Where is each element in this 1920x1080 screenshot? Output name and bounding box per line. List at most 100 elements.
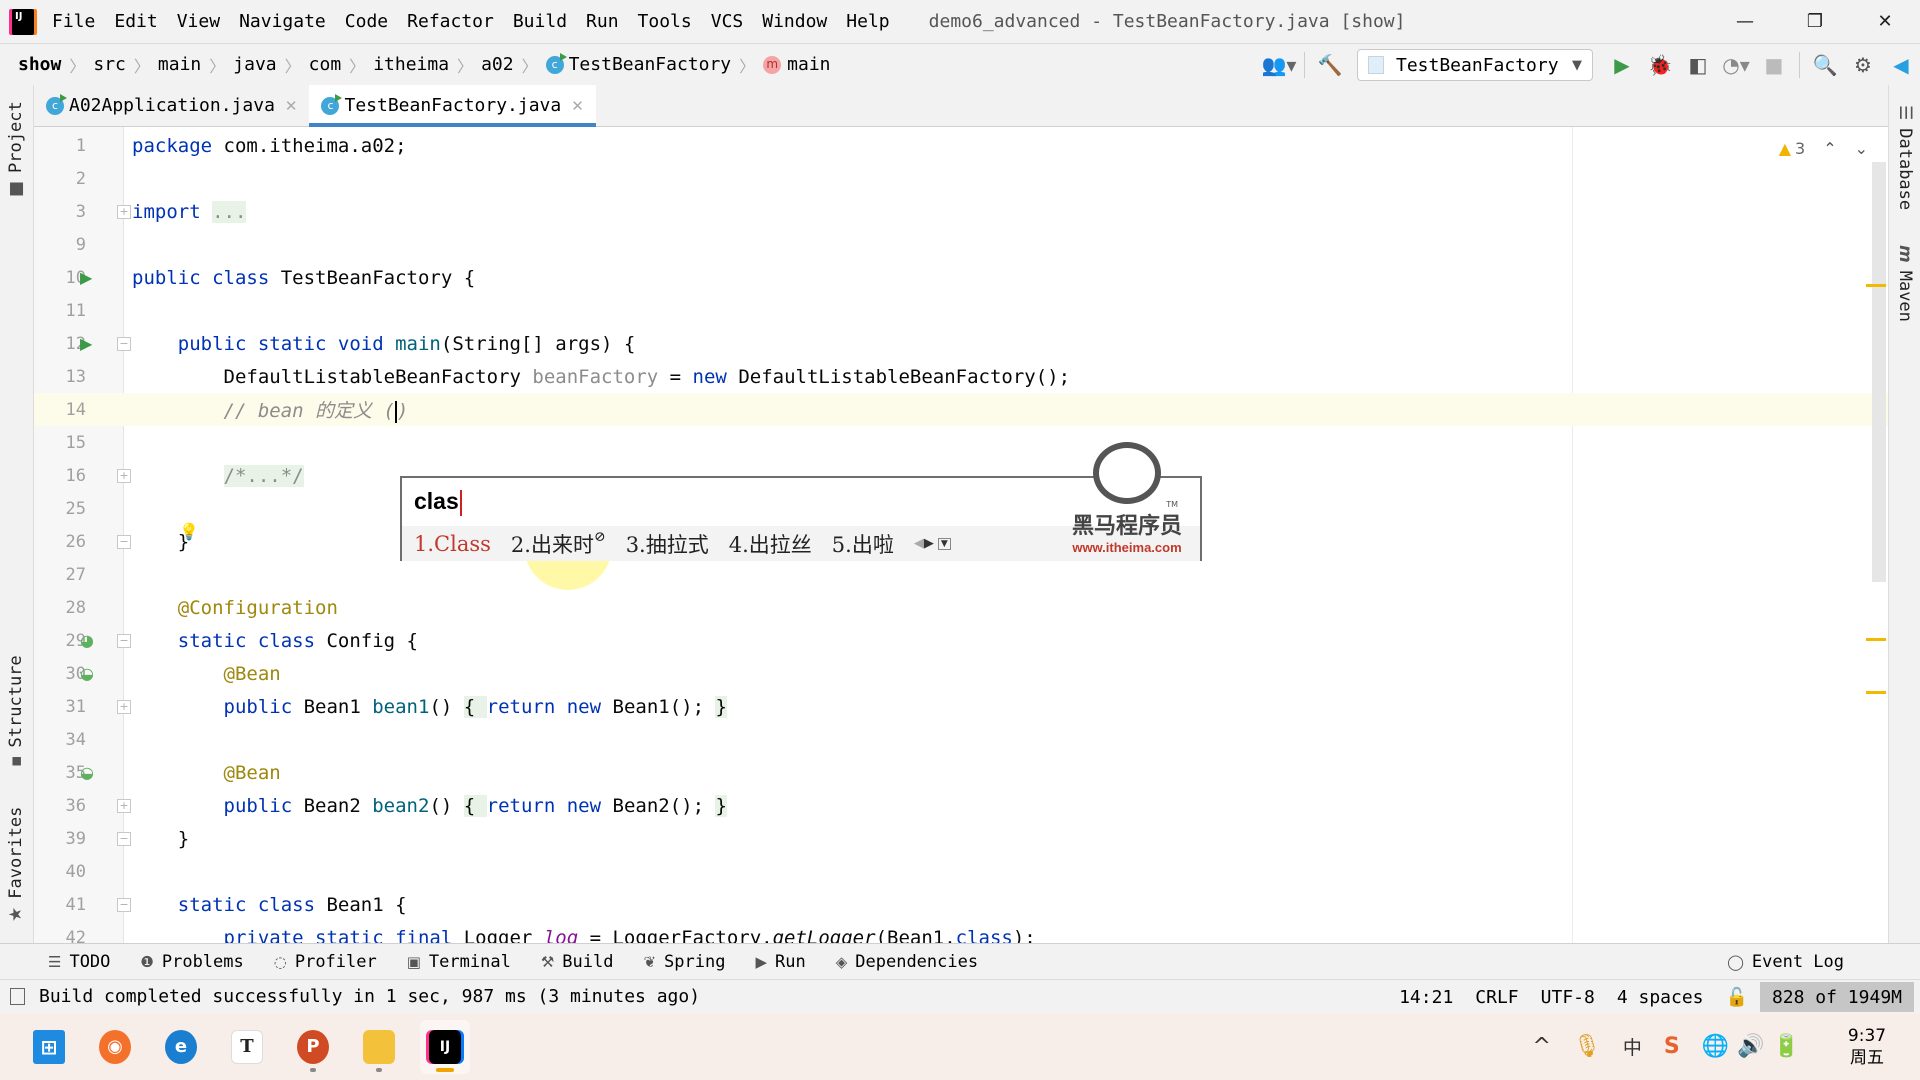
- code-line[interactable]: 30 ◒ @Bean: [34, 657, 1888, 690]
- start-button[interactable]: ⊞: [24, 1020, 74, 1074]
- run-icon[interactable]: ▶: [1603, 47, 1641, 83]
- expand-fold-icon[interactable]: +: [117, 798, 131, 813]
- tab-testbeanfactory[interactable]: c TestBeanFactory.java ✕: [309, 85, 597, 127]
- profiler-tool-button[interactable]: ◌ Profiler: [274, 952, 377, 972]
- search-icon[interactable]: 🔍: [1806, 47, 1844, 83]
- spring-bean-method-icon[interactable]: ◒: [80, 763, 94, 782]
- stop-icon[interactable]: ■: [1755, 47, 1793, 83]
- warning-stripe-mark[interactable]: [1866, 691, 1886, 694]
- code-line[interactable]: 12 ▶ − public static void main(String[] ar…: [34, 327, 1888, 360]
- project-tool-tab[interactable]: ■ Project: [6, 101, 26, 205]
- profile-icon[interactable]: ◔▾: [1717, 47, 1755, 83]
- breadcrumb-java[interactable]: java: [233, 54, 276, 75]
- vertical-scrollbar[interactable]: [1872, 162, 1886, 582]
- menu-navigate[interactable]: Navigate: [239, 11, 326, 32]
- code-line[interactable]: 35 ◒ @Bean: [34, 756, 1888, 789]
- spring-bean-method-icon[interactable]: ◒: [80, 664, 94, 683]
- code-line[interactable]: 14 // bean 的定义 (): [34, 393, 1888, 426]
- ime-mode-indicator[interactable]: 中: [1623, 1033, 1642, 1060]
- code-line[interactable]: 28 @Configuration: [34, 591, 1888, 624]
- code-line[interactable]: 2: [34, 162, 1888, 195]
- user-icon[interactable]: 👥▾: [1260, 47, 1298, 83]
- collapse-fold-icon[interactable]: −: [117, 831, 131, 846]
- collapse-fold-icon[interactable]: −: [117, 534, 131, 549]
- breadcrumb-method[interactable]: main: [787, 54, 830, 75]
- ime-candidate[interactable]: 4.出拉丝: [729, 529, 812, 559]
- todo-tool-button[interactable]: ☰ TODO: [48, 952, 110, 972]
- collapse-fold-icon[interactable]: −: [117, 336, 131, 351]
- chevron-up-icon[interactable]: ⌃: [1823, 139, 1836, 158]
- ime-candidate[interactable]: 1.Class: [414, 532, 491, 556]
- code-line[interactable]: 15: [34, 426, 1888, 459]
- code-line[interactable]: 34: [34, 723, 1888, 756]
- event-log-button[interactable]: ◯ Event Log: [1727, 944, 1844, 980]
- line-separator[interactable]: CRLF: [1475, 987, 1518, 1008]
- gear-icon[interactable]: ⚙: [1844, 47, 1882, 83]
- breadcrumb-class[interactable]: TestBeanFactory: [569, 54, 732, 75]
- code-line[interactable]: 40: [34, 855, 1888, 888]
- warning-stripe-mark[interactable]: [1866, 284, 1886, 287]
- file-encoding[interactable]: UTF-8: [1541, 987, 1595, 1008]
- prev-page-icon[interactable]: ◀: [914, 536, 924, 551]
- restore-button[interactable]: ❐: [1780, 0, 1850, 43]
- microphone-icon[interactable]: 🎙: [1573, 1034, 1601, 1059]
- code-line[interactable]: 10 ▶ public class TestBeanFactory {: [34, 261, 1888, 294]
- coverage-icon[interactable]: ◧: [1679, 47, 1717, 83]
- favorites-tool-tab[interactable]: ★ Favorites: [6, 807, 26, 930]
- menu-help[interactable]: Help: [846, 11, 889, 32]
- breadcrumb-main[interactable]: main: [158, 54, 201, 75]
- ime-candidate[interactable]: 2.出来时⊘: [511, 529, 606, 559]
- battery-icon[interactable]: 🔋: [1773, 1034, 1800, 1059]
- network-globe-icon[interactable]: 🌐: [1702, 1034, 1729, 1059]
- terminal-tool-button[interactable]: ▣ Terminal: [407, 952, 511, 972]
- code-line[interactable]: 27: [34, 558, 1888, 591]
- next-page-icon[interactable]: ▶: [924, 536, 934, 551]
- ime-candidate[interactable]: 3.抽拉式: [626, 529, 709, 559]
- build-hammer-icon[interactable]: 🔨: [1311, 47, 1349, 83]
- spring-bean-class-icon[interactable]: ◕: [80, 631, 94, 650]
- menu-refactor[interactable]: Refactor: [407, 11, 494, 32]
- code-line[interactable]: 13 DefaultListableBeanFactory beanFactor…: [34, 360, 1888, 393]
- volume-icon[interactable]: 🔊: [1737, 1034, 1764, 1059]
- code-line[interactable]: 42 private static final Logger log = Log…: [34, 921, 1888, 944]
- clock[interactable]: 9:37 周五: [1822, 1025, 1912, 1069]
- menu-tools[interactable]: Tools: [638, 11, 692, 32]
- breadcrumb-com[interactable]: com: [309, 54, 342, 75]
- breadcrumb-show[interactable]: show: [18, 54, 61, 75]
- code-line[interactable]: 29 ◕ − static class Config {: [34, 624, 1888, 657]
- firefox-app[interactable]: ◉: [90, 1020, 140, 1074]
- sogou-icon[interactable]: S: [1664, 1034, 1680, 1059]
- close-icon[interactable]: ✕: [285, 97, 298, 115]
- collapse-fold-icon[interactable]: −: [117, 633, 131, 648]
- build-tool-button[interactable]: ⚒ Build: [541, 952, 614, 972]
- intellij-app[interactable]: IJ: [420, 1019, 470, 1074]
- breadcrumb-itheima[interactable]: itheima: [373, 54, 449, 75]
- run-configuration-select[interactable]: TestBeanFactory ▼: [1357, 49, 1593, 81]
- indent-setting[interactable]: 4 spaces: [1617, 987, 1704, 1008]
- expand-fold-icon[interactable]: +: [117, 699, 131, 714]
- breadcrumb-src[interactable]: src: [93, 54, 126, 75]
- code-line[interactable]: 1 package com.itheima.a02;: [34, 129, 1888, 162]
- inspection-widget[interactable]: ▲ 3 ⌃ ⌄: [1779, 139, 1868, 158]
- status-message[interactable]: Build completed successfully in 1 sec, 9…: [10, 986, 700, 1007]
- lightbulb-icon[interactable]: 💡: [179, 522, 199, 541]
- problems-tool-button[interactable]: ❶ Problems: [140, 952, 243, 972]
- code-line[interactable]: 3 + import ...: [34, 195, 1888, 228]
- menu-vcs[interactable]: VCS: [711, 11, 744, 32]
- code-with-me-icon[interactable]: ◀: [1882, 47, 1920, 83]
- run-tool-button[interactable]: ▶ Run: [755, 952, 805, 972]
- tab-a02application[interactable]: c A02Application.java ✕: [34, 85, 309, 126]
- memory-indicator[interactable]: 828 of 1949M: [1759, 982, 1914, 1012]
- dependencies-tool-button[interactable]: ◈ Dependencies: [836, 952, 978, 972]
- expand-icon[interactable]: ▼: [937, 537, 951, 550]
- code-line[interactable]: 41 − static class Bean1 {: [34, 888, 1888, 921]
- debug-bug-icon[interactable]: 🐞: [1641, 47, 1679, 83]
- menu-window[interactable]: Window: [762, 11, 827, 32]
- chevron-up-icon[interactable]: ^: [1533, 1034, 1551, 1059]
- database-tool-tab[interactable]: ☰ Database: [1895, 97, 1915, 210]
- chevron-down-icon[interactable]: ⌄: [1855, 139, 1868, 158]
- warning-stripe-mark[interactable]: [1866, 638, 1886, 641]
- code-line[interactable]: 36 + public Bean2 bean2() { return new Be…: [34, 789, 1888, 822]
- expand-fold-icon[interactable]: +: [117, 204, 131, 219]
- close-window-button[interactable]: ✕: [1850, 0, 1920, 43]
